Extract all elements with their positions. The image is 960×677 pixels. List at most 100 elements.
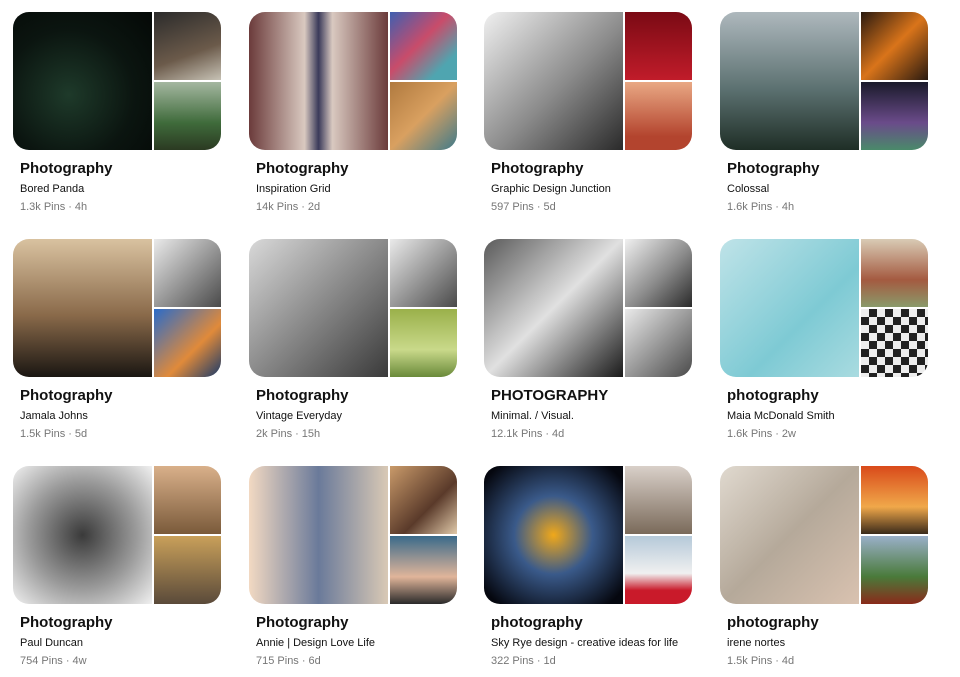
board-cover[interactable] (484, 466, 692, 604)
updated-age: 5d (74, 428, 88, 440)
pin-count: 597 Pins (491, 201, 534, 213)
cover-image-bottom (154, 536, 221, 604)
pin-count: 14k Pins (256, 201, 299, 213)
updated-age: 5d (543, 201, 556, 213)
cover-image-bottom (861, 82, 928, 150)
cover-image-main (13, 466, 152, 604)
updated-age: 4d (552, 428, 565, 440)
board-card[interactable]: Photography Paul Duncan 754 Pins · 4w (13, 466, 221, 668)
board-card[interactable]: Photography Colossal 1.6k Pins · 4h (720, 12, 928, 214)
cover-image-top (390, 466, 457, 534)
board-cover[interactable] (13, 12, 221, 150)
cover-image-main (484, 466, 623, 604)
pin-count: 12.1k Pins (491, 428, 543, 440)
cover-image-top (154, 239, 221, 307)
meta-separator: · (68, 428, 72, 440)
pin-count: 1.6k Pins (727, 428, 773, 440)
board-card[interactable]: photography Sky Rye design - creative id… (484, 466, 692, 668)
cover-image-top (390, 239, 457, 307)
meta-separator: · (775, 201, 779, 213)
cover-image-main (720, 239, 859, 377)
board-meta: 12.1k Pins · 4d (491, 427, 692, 441)
board-meta: 1.3k Pins · 4h (20, 200, 221, 214)
meta-separator: · (295, 428, 299, 440)
board-cover[interactable] (720, 239, 928, 377)
board-card[interactable]: Photography Inspiration Grid 14k Pins · 2d (249, 12, 457, 214)
board-title: photography (491, 614, 583, 631)
cover-image-top (390, 12, 457, 80)
cover-image-top (625, 239, 692, 307)
updated-age: 1d (543, 655, 556, 667)
updated-age: 2d (307, 201, 321, 213)
board-owner: irene nortes (727, 637, 786, 649)
board-meta: 715 Pins · 6d (256, 654, 457, 668)
board-title: Photography (20, 614, 113, 631)
board-owner: Sky Rye design - creative ideas for life (491, 637, 679, 649)
board-cover[interactable] (13, 466, 221, 604)
board-meta: 1.5k Pins · 5d (20, 427, 221, 441)
cover-image-bottom (861, 309, 928, 377)
board-card[interactable]: Photography Jamala Johns 1.5k Pins · 5d (13, 239, 221, 441)
cover-image-bottom (390, 536, 457, 604)
board-title: Photography (256, 160, 349, 177)
board-cover[interactable] (720, 12, 928, 150)
updated-age: 2w (781, 428, 796, 440)
updated-age: 4h (781, 201, 795, 213)
board-card[interactable]: Photography Vintage Everyday 2k Pins · 15h (249, 239, 457, 441)
board-owner: Colossal (727, 183, 770, 195)
board-cover[interactable] (249, 12, 457, 150)
board-cover[interactable] (720, 466, 928, 604)
board-owner: Graphic Design Junction (491, 183, 611, 195)
board-title: Photography (256, 614, 349, 631)
cover-image-top (861, 466, 928, 534)
pin-count: 1.6k Pins (727, 201, 773, 213)
pin-count: 2k Pins (256, 428, 293, 440)
board-card[interactable]: Photography Graphic Design Junction 597 … (484, 12, 692, 214)
board-meta: 1.5k Pins · 4d (727, 654, 928, 668)
board-card[interactable]: Photography Bored Panda 1.3k Pins · 4h (13, 12, 221, 214)
board-cover[interactable] (484, 12, 692, 150)
updated-age: 6d (308, 655, 321, 667)
pin-count: 715 Pins (256, 655, 299, 667)
updated-age: 4h (74, 201, 88, 213)
board-title: Photography (20, 387, 113, 404)
cover-image-top (154, 12, 221, 80)
board-cover[interactable] (249, 239, 457, 377)
pin-count: 754 Pins (20, 655, 63, 667)
board-owner: Inspiration Grid (256, 183, 331, 195)
meta-separator: · (775, 655, 779, 667)
board-cover[interactable] (249, 466, 457, 604)
meta-separator: · (68, 201, 72, 213)
cover-image-main (13, 12, 152, 150)
board-owner: Maia McDonald Smith (727, 410, 835, 422)
cover-image-main (13, 239, 152, 377)
cover-image-top (625, 12, 692, 80)
pin-count: 1.5k Pins (20, 428, 66, 440)
board-title: PHOTOGRAPHY (491, 387, 609, 404)
cover-image-main (720, 12, 859, 150)
pin-count: 1.3k Pins (20, 201, 66, 213)
cover-image-bottom (390, 309, 457, 377)
cover-image-main (484, 12, 623, 150)
cover-image-top (154, 466, 221, 534)
board-owner: Vintage Everyday (256, 410, 343, 422)
board-card[interactable]: photography Maia McDonald Smith 1.6k Pin… (720, 239, 928, 441)
cover-image-main (249, 466, 388, 604)
board-card[interactable]: photography irene nortes 1.5k Pins · 4d (720, 466, 928, 668)
cover-image-main (720, 466, 859, 604)
updated-age: 4w (72, 655, 87, 667)
cover-image-bottom (154, 82, 221, 150)
board-title: photography (727, 387, 819, 404)
cover-image-bottom (625, 309, 692, 377)
board-meta: 754 Pins · 4w (20, 654, 221, 668)
board-cover[interactable] (13, 239, 221, 377)
cover-image-main (249, 12, 388, 150)
cover-image-bottom (154, 309, 221, 377)
board-card[interactable]: PHOTOGRAPHY Minimal. / Visual. 12.1k Pin… (484, 239, 692, 441)
cover-image-top (861, 239, 928, 307)
cover-image-top (861, 12, 928, 80)
board-card[interactable]: Photography Annie | Design Love Life 715… (249, 466, 457, 668)
board-cover[interactable] (484, 239, 692, 377)
board-title: photography (727, 614, 819, 631)
board-owner: Paul Duncan (20, 637, 83, 649)
